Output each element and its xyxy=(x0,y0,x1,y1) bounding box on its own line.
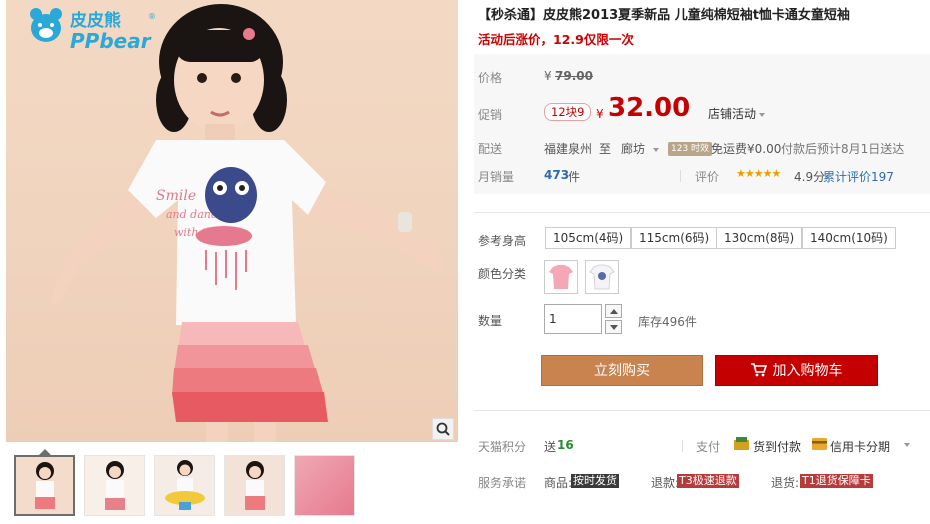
shipping-fee: 免运费¥0.00 xyxy=(711,142,782,156)
stock-count: 库存496件 xyxy=(638,315,697,329)
delivery-destination-select[interactable]: 廊坊 xyxy=(621,140,660,157)
shop-activity-label: 店铺活动 xyxy=(708,107,757,121)
brand-logo: 皮皮熊 PPbear ® xyxy=(26,6,156,53)
points-label: 天猫积分 xyxy=(478,440,527,454)
promo-label: 促销 xyxy=(478,108,503,122)
chevron-down-icon xyxy=(609,324,618,330)
product-subtitle: 活动后涨价，12.9仅限一次 xyxy=(478,32,634,47)
divider xyxy=(474,410,930,411)
review-count-link[interactable]: 累计评价197 xyxy=(823,168,894,185)
thumbnail-1[interactable] xyxy=(14,455,75,516)
service-goods-prefix: 商品: xyxy=(544,476,573,490)
credit-installment-option[interactable]: 信用卡分期 xyxy=(830,438,890,455)
delivery-label: 配送 xyxy=(478,142,503,156)
thumbnail-5[interactable] xyxy=(294,455,355,516)
rating-label: 评价 xyxy=(695,170,720,184)
points-prefix: 送 xyxy=(544,440,557,454)
cod-icon xyxy=(734,437,749,450)
color-label: 颜色分类 xyxy=(478,267,527,281)
divider xyxy=(680,170,681,182)
svg-text:Smile: Smile xyxy=(156,188,196,204)
service-fast-refund-badge[interactable]: T3极速退款 xyxy=(677,474,739,488)
chevron-down-icon xyxy=(759,112,766,117)
magnifier-icon xyxy=(436,422,450,436)
promo-price: 32.00 xyxy=(608,93,691,123)
divider xyxy=(682,440,683,452)
size-option-140[interactable]: 140cm(10码) xyxy=(802,227,896,249)
add-to-cart-button[interactable]: 加入购物车 xyxy=(715,355,878,386)
delivery-to-word: 至 xyxy=(599,142,612,156)
cod-option[interactable]: 货到付款 xyxy=(753,438,801,455)
payment-more-chevron-icon[interactable] xyxy=(904,443,910,447)
color-option-pink[interactable] xyxy=(544,260,578,294)
product-photo: Smile and dance with the xyxy=(50,4,446,442)
monthly-sales-count: 473 xyxy=(544,168,570,182)
cart-icon xyxy=(750,363,767,377)
service-return-prefix: 退货: xyxy=(771,476,800,490)
monthly-sales-unit: 件 xyxy=(568,170,581,184)
credit-card-icon xyxy=(812,438,827,450)
registered-mark: ® xyxy=(148,12,156,21)
original-currency: ¥ xyxy=(544,69,552,83)
quantity-decrease-button[interactable] xyxy=(605,320,622,334)
service-ontime-shipping-badge[interactable]: 按时发货 xyxy=(571,474,619,488)
promo-tag: 12块9 xyxy=(544,103,592,121)
rating-score: 4.9分 xyxy=(794,170,826,184)
thumbnail-strip xyxy=(14,455,355,516)
thumbnail-3[interactable] xyxy=(154,455,215,516)
divider xyxy=(474,212,930,213)
buy-now-button[interactable]: 立刻购买 xyxy=(541,355,703,386)
service-refund-prefix: 退款: xyxy=(651,476,680,490)
original-price: 79.00 xyxy=(555,69,593,83)
points-value: 16 xyxy=(557,438,574,452)
promo-currency: ¥ xyxy=(596,107,604,121)
product-title[interactable]: 【秒杀通】皮皮熊2013夏季新品 儿童纯棉短袖t恤卡通女童短袖 xyxy=(478,4,850,23)
color-option-white[interactable] xyxy=(585,260,619,294)
delivery-eta: 付款后预计8月1日送达 xyxy=(781,142,905,156)
zoom-button[interactable] xyxy=(432,418,454,440)
bear-logo-icon xyxy=(30,8,62,42)
payment-label: 支付 xyxy=(696,440,721,454)
price-label: 价格 xyxy=(478,71,503,85)
pink-shirt-icon xyxy=(549,265,573,289)
thumbnail-image xyxy=(165,460,205,510)
chevron-down-icon xyxy=(653,147,660,152)
delivery-from: 福建泉州 xyxy=(544,142,593,156)
thumbnail-image xyxy=(35,462,55,509)
service-label: 服务承诺 xyxy=(478,476,527,490)
add-to-cart-label: 加入购物车 xyxy=(772,363,843,379)
thumbnail-4[interactable] xyxy=(224,455,285,516)
shop-activity-dropdown[interactable]: 店铺活动 xyxy=(708,105,766,122)
quantity-input[interactable]: 1 xyxy=(544,304,602,334)
thumbnail-2[interactable] xyxy=(84,455,145,516)
delivery-destination: 廊坊 xyxy=(621,142,646,156)
logo-chinese: 皮皮熊 xyxy=(70,11,121,31)
service-return-card-badge[interactable]: T1退货保障卡 xyxy=(800,474,873,488)
white-shirt-icon xyxy=(589,264,615,290)
logo-english: PPbear xyxy=(70,29,151,53)
size-option-115[interactable]: 115cm(6码) xyxy=(631,227,718,249)
rating-stars-icon: ★★★★★ xyxy=(736,167,781,180)
quantity-increase-button[interactable] xyxy=(605,304,622,318)
quantity-label: 数量 xyxy=(478,314,503,328)
delivery-badge: 123 时效 xyxy=(668,142,713,156)
size-option-130[interactable]: 130cm(8码) xyxy=(716,227,803,249)
height-label: 参考身高 xyxy=(478,234,527,248)
monthly-sales-label: 月销量 xyxy=(478,170,515,184)
size-option-105[interactable]: 105cm(4码) xyxy=(545,227,632,249)
thumbnail-image xyxy=(245,461,265,510)
thumbnail-image xyxy=(105,461,125,510)
main-product-image[interactable]: Smile and dance with the 皮皮熊 PPbear ® xyxy=(6,0,458,442)
chevron-up-icon xyxy=(609,308,618,314)
